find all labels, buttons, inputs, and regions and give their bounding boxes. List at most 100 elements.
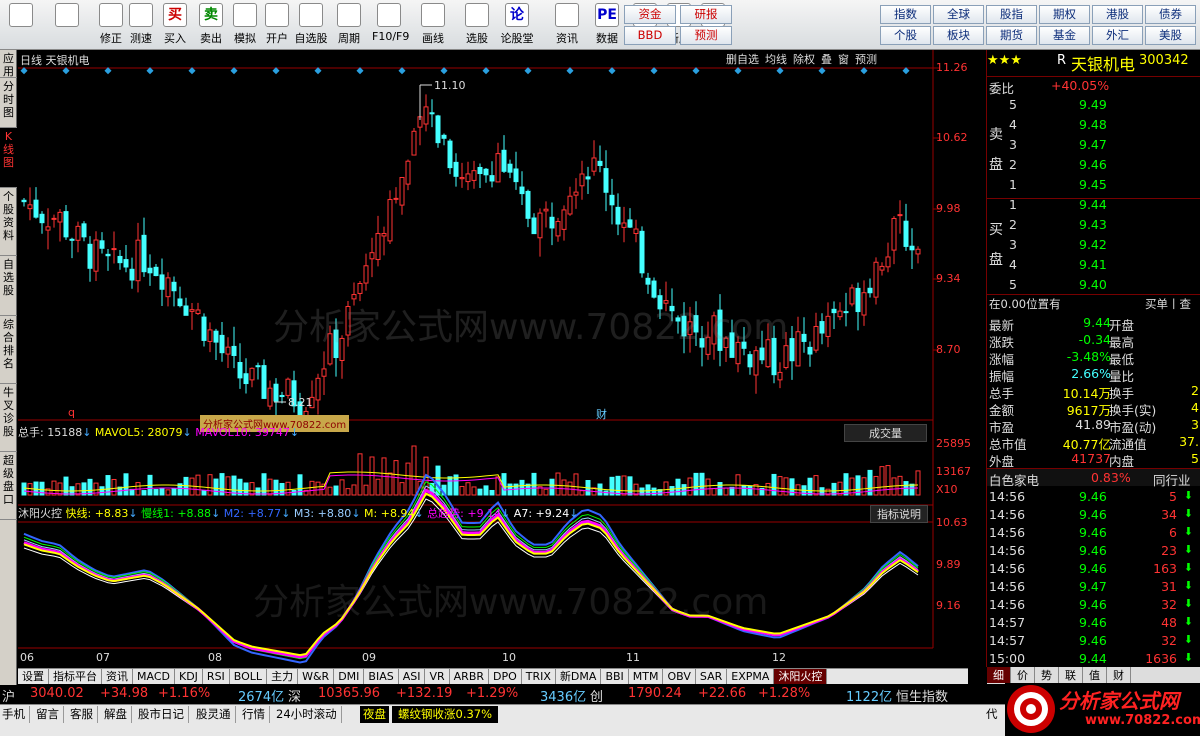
quick-button-1[interactable]: 研报 xyxy=(680,5,732,24)
status-item[interactable]: 行情 xyxy=(242,706,270,723)
toolbar-模拟-button[interactable]: 模拟 xyxy=(228,2,262,48)
order-link[interactable]: 买单丨查 xyxy=(1145,296,1191,312)
market-button-0[interactable]: 指数 xyxy=(880,5,931,24)
leftnav-1[interactable]: 分 时 图 xyxy=(0,78,17,128)
indicator-tab[interactable]: ARBR xyxy=(450,669,490,684)
event-marker-financial[interactable]: 财 xyxy=(596,406,607,422)
volume-selector[interactable]: 成交量 xyxy=(844,424,927,442)
indicator-tab[interactable]: RSI xyxy=(203,669,230,684)
chart-header-btn-0[interactable]: 删自选 xyxy=(726,53,759,66)
indicator-tab[interactable]: SAR xyxy=(696,669,728,684)
sz-index[interactable]: 10365.96 xyxy=(318,686,380,701)
kline-chart-area[interactable]: 日线 天银机电 删自选 均线 除权叠窗预测 11.10 8.21 q 财 分析家公式… xyxy=(18,50,978,667)
indicator-tab[interactable]: 资讯 xyxy=(102,669,133,684)
indicator-tab[interactable]: MACD xyxy=(133,669,175,684)
market-button-7[interactable]: 板块 xyxy=(933,26,984,45)
status-item[interactable]: 留言 xyxy=(36,706,64,723)
indicator-tab[interactable]: ASI xyxy=(399,669,426,684)
toolbar-开户-button[interactable]: 开户 xyxy=(260,2,294,48)
leftnav-4[interactable]: 自 选 股 xyxy=(0,256,17,316)
toolbar-卖出-button[interactable]: 卖卖出 xyxy=(194,2,228,48)
indicator-tab[interactable]: TRIX xyxy=(522,669,556,684)
quick-button-2[interactable]: BBD xyxy=(624,26,676,45)
market-button-10[interactable]: 外汇 xyxy=(1092,26,1143,45)
indicator-help-button[interactable]: 指标说明 xyxy=(870,505,928,523)
leftnav-5[interactable]: 综 合 排 名 xyxy=(0,316,17,384)
bid-price[interactable]: 9.40 xyxy=(1079,277,1107,292)
detail-tab-3[interactable]: 联 xyxy=(1059,667,1083,683)
detail-tab-1[interactable]: 价 xyxy=(1011,667,1035,683)
ask-price[interactable]: 9.48 xyxy=(1079,117,1107,132)
toolbar-测速-button[interactable]: 测速 xyxy=(124,2,158,48)
status-item[interactable]: 解盘 xyxy=(104,706,132,723)
chart-header-btn-3[interactable]: 叠 xyxy=(821,53,832,66)
leftnav-0[interactable]: 应 用 xyxy=(0,50,17,78)
quick-button-0[interactable]: 资金 xyxy=(624,5,676,24)
indicator-tab[interactable]: 沐阳火控 xyxy=(774,669,828,684)
night-news[interactable]: 螺纹钢收涨0.37% xyxy=(392,706,499,723)
bid-price[interactable]: 9.41 xyxy=(1079,257,1107,272)
same-industry-link[interactable]: 同行业 xyxy=(1153,470,1191,489)
market-button-3[interactable]: 期权 xyxy=(1039,5,1090,24)
indicator-tab[interactable]: W&R xyxy=(298,669,335,684)
toolbar-画线-button[interactable]: 画线 xyxy=(416,2,450,48)
status-item[interactable]: 24小时滚动 xyxy=(276,706,342,723)
leftnav-7[interactable]: 超 级 盘 口 xyxy=(0,452,17,520)
indicator-tab[interactable]: 新DMA xyxy=(556,669,602,684)
status-item[interactable]: 客服 xyxy=(70,706,98,723)
market-button-5[interactable]: 债券 xyxy=(1145,5,1196,24)
market-button-1[interactable]: 全球 xyxy=(933,5,984,24)
ask-price[interactable]: 9.46 xyxy=(1079,157,1107,172)
chart-header-btn-2[interactable]: 除权 xyxy=(793,53,815,66)
leftnav-3[interactable]: 个 股 资 料 xyxy=(0,188,17,256)
indicator-tab[interactable]: VR xyxy=(425,669,450,684)
indicator-tab[interactable]: 设置 xyxy=(18,669,49,684)
toolbar-数据-button[interactable]: PE 数据 xyxy=(590,2,624,48)
indicator-tab[interactable]: BBI xyxy=(601,669,629,684)
indicator-tab[interactable]: MTM xyxy=(629,669,664,684)
indicator-tab[interactable]: BIAS xyxy=(364,669,399,684)
indicator-tab[interactable]: EXPMA xyxy=(727,669,775,684)
market-button-2[interactable]: 股指 xyxy=(986,5,1037,24)
toolbar-F10/F9-button[interactable]: F10/F9 xyxy=(372,2,409,48)
detail-tab-5[interactable]: 财 xyxy=(1107,667,1131,683)
ask-price[interactable]: 9.45 xyxy=(1079,177,1107,192)
leftnav-2[interactable]: K 线 图 xyxy=(0,128,17,188)
indicator-tab[interactable]: OBV xyxy=(663,669,696,684)
toolbar-修正-button[interactable]: 修正 xyxy=(94,2,128,48)
bid-price[interactable]: 9.43 xyxy=(1079,217,1107,232)
indicator-tab[interactable]: 指标平台 xyxy=(49,669,102,684)
status-item[interactable]: 手机 xyxy=(2,706,30,723)
market-button-8[interactable]: 期货 xyxy=(986,26,1037,45)
indicator-tab[interactable]: KDJ xyxy=(175,669,203,684)
ask-price[interactable]: 9.49 xyxy=(1079,97,1107,112)
toolbar-选股-button[interactable]: 选股 xyxy=(460,2,494,48)
ask-price[interactable]: 9.47 xyxy=(1079,137,1107,152)
market-button-11[interactable]: 美股 xyxy=(1145,26,1196,45)
sh-index[interactable]: 3040.02 xyxy=(30,686,84,701)
status-last[interactable]: 代 xyxy=(986,706,998,723)
indicator-tab[interactable]: DMI xyxy=(334,669,365,684)
detail-tab-4[interactable]: 值 xyxy=(1083,667,1107,683)
market-button-6[interactable]: 个股 xyxy=(880,26,931,45)
toolbar-资讯-button[interactable]: 资讯 xyxy=(550,2,584,48)
detail-tab-0[interactable]: 细 xyxy=(987,667,1011,683)
event-marker-q[interactable]: q xyxy=(68,406,75,419)
toolbar-周期-button[interactable]: 周期 xyxy=(332,2,366,48)
status-item[interactable]: 股灵通 xyxy=(196,706,236,723)
bid-price[interactable]: 9.44 xyxy=(1079,197,1107,212)
toolbar-home-icon-button[interactable] xyxy=(4,2,38,48)
cy-index[interactable]: 1790.24 xyxy=(628,686,682,701)
status-item[interactable]: 股市日记 xyxy=(138,706,189,723)
indicator-tab[interactable]: 主力 xyxy=(267,669,299,684)
detail-tab-2[interactable]: 势 xyxy=(1035,667,1059,683)
chart-header-btn-5[interactable]: 预测 xyxy=(855,53,877,66)
market-button-9[interactable]: 基金 xyxy=(1039,26,1090,45)
chart-header-btn-4[interactable]: 窗 xyxy=(838,53,849,66)
toolbar-论股堂-button[interactable]: 论论股堂 xyxy=(500,2,534,48)
toolbar-买入-button[interactable]: 买买入 xyxy=(158,2,192,48)
market-button-4[interactable]: 港股 xyxy=(1092,5,1143,24)
bid-price[interactable]: 9.42 xyxy=(1079,237,1107,252)
indicator-tab[interactable]: BOLL xyxy=(230,669,268,684)
industry-name[interactable]: 白色家电 xyxy=(989,470,1039,489)
